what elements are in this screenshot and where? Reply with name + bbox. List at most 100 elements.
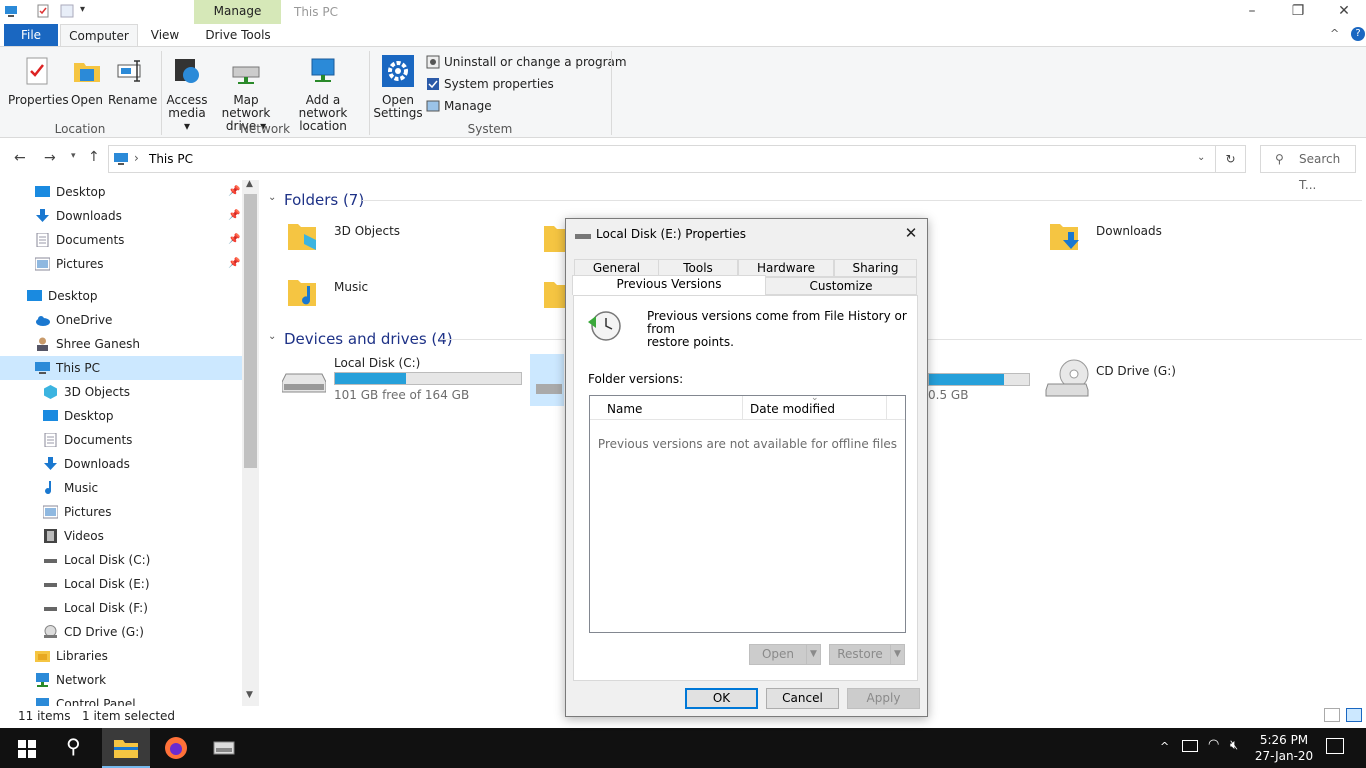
refresh-icon[interactable]: ↻ (1216, 145, 1246, 173)
minimize-button[interactable]: – (1229, 0, 1275, 24)
battery-icon[interactable] (1182, 740, 1198, 752)
close-button[interactable]: ✕ (1321, 0, 1366, 24)
folder-music[interactable]: Music (286, 274, 506, 322)
sidebar-item-pc-desktop[interactable]: Desktop (0, 404, 242, 428)
customize-qat-icon[interactable]: ▾ (80, 4, 85, 15)
open-button[interactable]: Open (68, 55, 106, 107)
column-name[interactable]: Name (607, 402, 642, 416)
start-button[interactable] (4, 728, 52, 768)
sidebar-item-pictures-quick[interactable]: Pictures 📌 (0, 252, 242, 276)
up-arrow-icon[interactable]: ↑ (88, 149, 100, 165)
folder-icon (114, 740, 138, 758)
manage-button[interactable]: Manage (426, 97, 492, 115)
properties-quick-icon[interactable] (36, 4, 50, 18)
sidebar-item-pictures[interactable]: Pictures (0, 500, 242, 524)
restore-dropdown-icon[interactable]: ▼ (890, 644, 905, 665)
address-dropdown-icon[interactable]: ⌄ (1197, 152, 1205, 163)
collapse-ribbon-icon[interactable]: ^ (1330, 27, 1339, 40)
volume-muted-icon[interactable]: 🔇︎ (1230, 738, 1238, 753)
devices-header[interactable]: Devices and drives (4) (284, 330, 453, 348)
sidebar-item-network[interactable]: Network (0, 668, 242, 692)
sidebar-item-local-disk-f[interactable]: Local Disk (F:) (0, 596, 242, 620)
file-explorer-taskbar-button[interactable] (102, 728, 150, 768)
tab-previous-versions[interactable]: Previous Versions (572, 275, 766, 295)
properties-button[interactable]: Properties (8, 55, 69, 107)
pin-icon[interactable]: 📌 (228, 252, 240, 276)
restore-button[interactable]: ❐ (1275, 0, 1321, 24)
column-date-modified[interactable]: Date modified (750, 402, 835, 416)
uninstall-program-button[interactable]: Uninstall or change a program (426, 53, 627, 71)
open-version-button[interactable]: Open (749, 644, 807, 665)
scroll-down-icon[interactable]: ▼ (246, 690, 253, 700)
sidebar-item-local-disk-c[interactable]: Local Disk (C:) (0, 548, 242, 572)
sidebar-item-onedrive[interactable]: OneDrive (0, 308, 242, 332)
ok-button[interactable]: OK (685, 688, 758, 709)
tab-sharing[interactable]: Sharing (834, 259, 917, 277)
tab-customize[interactable]: Customize (765, 277, 917, 295)
chevron-down-icon[interactable]: ⌄ (268, 331, 276, 342)
system-properties-button[interactable]: System properties (426, 75, 554, 93)
notifications-icon[interactable] (1326, 738, 1344, 754)
tab-file[interactable]: File (4, 24, 58, 46)
rename-button[interactable]: Rename (108, 55, 157, 107)
item-count: 11 items (18, 709, 71, 723)
open-settings-button[interactable]: Open Settings (372, 55, 424, 120)
help-icon[interactable]: ? (1351, 27, 1365, 41)
chevron-down-icon[interactable]: ⌄ (268, 192, 276, 203)
pin-icon[interactable]: 📌 (228, 204, 240, 228)
new-folder-quick-icon[interactable] (60, 4, 74, 18)
sidebar-item-videos[interactable]: Videos (0, 524, 242, 548)
sidebar-item-documents-quick[interactable]: Documents 📌 (0, 228, 242, 252)
cancel-button[interactable]: Cancel (766, 688, 839, 709)
chevron-up-icon[interactable]: ^ (1160, 740, 1169, 753)
drive-taskbar-button[interactable] (200, 728, 248, 768)
tab-drive-tools[interactable]: Drive Tools (196, 24, 280, 46)
clock[interactable]: 5:26 PM 27-Jan-20 (1252, 732, 1316, 764)
sidebar-item-pc-documents[interactable]: Documents (0, 428, 242, 452)
versions-list[interactable]: Name Date modified ⌄ Previous versions a… (589, 393, 906, 633)
restore-button[interactable]: Restore (829, 644, 891, 665)
large-icons-view-icon[interactable] (1346, 708, 1362, 722)
breadcrumb[interactable]: This PC (149, 152, 193, 166)
recent-locations-icon[interactable]: ▾ (71, 151, 76, 161)
sidebar-item-libraries[interactable]: Libraries (0, 644, 242, 668)
sidebar-item-desktop-quick[interactable]: Desktop 📌 (0, 180, 242, 204)
folder-downloads[interactable]: Downloads (1048, 218, 1268, 266)
sidebar-item-pc-downloads[interactable]: Downloads (0, 452, 242, 476)
sidebar-item-this-pc[interactable]: This PC (0, 356, 242, 380)
search-input[interactable]: ⚲ Search T... (1260, 145, 1356, 192)
documents-icon (36, 233, 49, 247)
dialog-close-button[interactable]: ✕ (898, 221, 924, 245)
sidebar-item-music[interactable]: Music (0, 476, 242, 500)
drive-local-disk-e-selected[interactable] (530, 354, 564, 406)
wifi-icon[interactable]: ◠ (1208, 737, 1219, 752)
sidebar-item-user[interactable]: Shree Ganesh (0, 332, 242, 356)
apply-button[interactable]: Apply (847, 688, 920, 709)
folder-3d-objects[interactable]: 3D Objects (286, 218, 506, 266)
sidebar-item-downloads-quick[interactable]: Downloads 📌 (0, 204, 242, 228)
search-taskbar-button[interactable]: ⚲ (52, 728, 100, 768)
open-dropdown-icon[interactable]: ▼ (806, 644, 821, 665)
drive-local-disk-c[interactable]: Local Disk (C:) 101 GB free of 164 GB (282, 356, 524, 402)
sidebar-item-local-disk-e[interactable]: Local Disk (E:) (0, 572, 242, 596)
forward-arrow-icon[interactable]: → (44, 150, 56, 166)
sidebar-item-control-panel[interactable]: Control Panel (0, 692, 242, 706)
firefox-taskbar-button[interactable] (152, 728, 200, 768)
manage-context-tab[interactable]: Manage (194, 0, 281, 24)
nav-scrollbar[interactable]: ▲ ▼ (242, 179, 259, 706)
address-bar[interactable]: › This PC ⌄ (108, 145, 1216, 173)
scroll-thumb[interactable] (244, 194, 257, 468)
scroll-up-icon[interactable]: ▲ (246, 179, 253, 189)
sidebar-item-3d-objects[interactable]: 3D Objects (0, 380, 242, 404)
computer-icon[interactable] (4, 4, 18, 18)
tab-computer[interactable]: Computer (60, 24, 138, 46)
details-view-icon[interactable] (1324, 708, 1340, 722)
pin-icon[interactable]: 📌 (228, 228, 240, 252)
tab-view[interactable]: View (142, 24, 188, 46)
folders-header[interactable]: Folders (7) (284, 191, 364, 209)
back-arrow-icon[interactable]: ← (14, 150, 26, 166)
sidebar-item-cd-drive[interactable]: CD Drive (G:) (0, 620, 242, 644)
drive-cd-g[interactable]: CD Drive (G:) (1044, 356, 1244, 402)
pin-icon[interactable]: 📌 (228, 180, 240, 204)
sidebar-item-desktop[interactable]: Desktop (0, 284, 242, 308)
